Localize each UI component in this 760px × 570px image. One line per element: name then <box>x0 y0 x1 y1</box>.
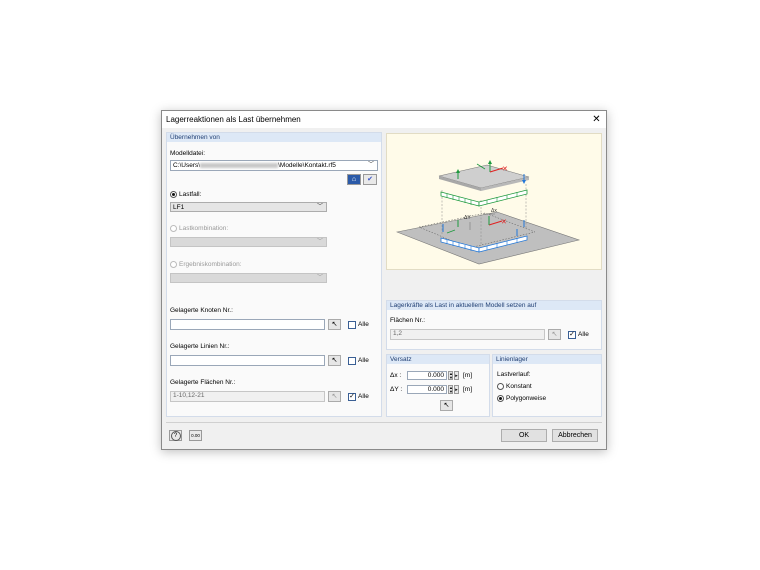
open-model-button[interactable]: ⌂ <box>347 174 361 185</box>
window-title: Lagerreaktionen als Last übernehmen <box>166 115 301 124</box>
pick-target-surfaces-button[interactable]: ↖ <box>548 329 561 340</box>
dy-input[interactable]: 0.000 <box>407 385 447 394</box>
target-surfaces-label: Flächen Nr.: <box>390 317 426 324</box>
line-support-panel-header: Linienlager <box>493 355 601 364</box>
surfaces-value: 1-10,12-21 <box>173 392 205 399</box>
source-panel: Übernehmen von Modelldatei: C:\Users\ \Mo… <box>166 132 382 417</box>
dy-unit: [m] <box>463 386 473 393</box>
checkmark-icon: ✔ <box>367 176 373 183</box>
pick-nodes-button[interactable]: ↖ <box>328 319 341 330</box>
dx-input[interactable]: 0.000 <box>407 371 447 380</box>
target-all-checkbox[interactable]: ✓ <box>568 331 576 339</box>
dy-label: ΔY : <box>390 386 403 393</box>
target-surfaces-value: 1,2 <box>393 330 403 337</box>
dx-value: 0.000 <box>427 372 444 379</box>
cursor-pick-icon: ↖ <box>331 393 338 400</box>
chevron-down-icon: ﹀ <box>316 239 323 245</box>
load-case-radio[interactable] <box>170 191 177 198</box>
model-file-suffix: \Modelle\Kontakt.rf5 <box>278 162 336 169</box>
target-panel: Lagerkräfte als Last in aktuellem Modell… <box>386 300 602 350</box>
lines-all-checkbox[interactable] <box>348 357 356 365</box>
surfaces-input[interactable]: 1-10,12-21 <box>170 391 325 402</box>
result-combination-radio[interactable] <box>170 261 177 268</box>
target-surfaces-input[interactable]: 1,2 <box>390 329 545 340</box>
dx-unit: [m] <box>463 372 473 379</box>
cursor-pick-icon: ↖ <box>551 331 558 338</box>
load-combination-radio[interactable] <box>170 225 177 232</box>
offset-panel: Versatz Δx : 0.000 ▲ ▼ ▸ [m] ΔY : 0.000 ▲… <box>386 354 490 417</box>
nodes-input[interactable] <box>170 319 325 330</box>
polygonal-label: Polygonweise <box>506 395 547 402</box>
cursor-pick-icon: ↖ <box>331 357 338 364</box>
load-case-label: Lastfall: <box>179 191 202 198</box>
dy-spinner[interactable]: ▲ ▼ <box>448 385 453 394</box>
dx-spinner[interactable]: ▲ ▼ <box>448 371 453 380</box>
polygonal-radio[interactable] <box>497 395 504 402</box>
pick-lines-button[interactable]: ↖ <box>328 355 341 366</box>
cursor-pick-icon: ↖ <box>331 321 338 328</box>
accept-model-button[interactable]: ✔ <box>363 174 377 185</box>
svg-text:✕: ✕ <box>502 166 508 173</box>
pick-offset-button[interactable]: ↖ <box>440 400 453 411</box>
chevron-down-icon: ﹀ <box>316 204 323 210</box>
target-panel-header: Lagerkräfte als Last in aktuellem Modell… <box>387 301 601 310</box>
nodes-label: Gelagerte Knoten Nr.: <box>170 307 233 314</box>
dx-label: Δx : <box>390 372 402 379</box>
cancel-button[interactable]: Abbrechen <box>552 429 598 442</box>
illustration-panel: ✕ ✕ Δx ΔY <box>386 133 602 270</box>
surfaces-label: Gelagerte Flächen Nr.: <box>170 379 236 386</box>
help-icon: ? <box>170 431 181 441</box>
result-combination-label: Ergebniskombination: <box>179 261 242 268</box>
lines-label: Gelagerte Linien Nr.: <box>170 343 230 350</box>
nodes-all-checkbox[interactable] <box>348 321 356 329</box>
dialog-window: Lagerreaktionen als Last übernehmen ✕ Üb… <box>161 110 607 450</box>
load-case-value: LF1 <box>173 204 185 211</box>
cursor-pick-icon: ↖ <box>443 402 450 409</box>
constant-radio[interactable] <box>497 383 504 390</box>
value-display-button[interactable]: 0.00 <box>189 430 202 441</box>
lines-all-label: Alle <box>358 357 369 364</box>
ok-button[interactable]: OK <box>501 429 547 442</box>
model-file-combobox[interactable]: C:\Users\ \Modelle\Kontakt.rf5 ﹀ <box>170 160 378 171</box>
chevron-down-icon: ﹀ <box>316 275 323 281</box>
surfaces-all-label: Alle <box>358 393 369 400</box>
title-bar: Lagerreaktionen als Last übernehmen ✕ <box>162 111 606 128</box>
model-file-label: Modelldatei: <box>170 150 206 157</box>
nodes-all-label: Alle <box>358 321 369 328</box>
load-combination-label: Lastkombination: <box>179 225 229 232</box>
distribution-label: Lastverlauf: <box>497 371 531 378</box>
model-icon: ⌂ <box>351 176 357 183</box>
close-icon[interactable]: ✕ <box>590 113 603 126</box>
footer-separator <box>166 422 602 423</box>
offset-panel-header: Versatz <box>387 355 489 364</box>
help-button[interactable]: ? <box>169 430 182 441</box>
value-display-icon: 0.00 <box>191 433 200 438</box>
load-combination-select[interactable]: ﹀ <box>170 237 327 247</box>
target-all-label: Alle <box>578 331 589 338</box>
dy-annotation: ΔY <box>464 215 471 221</box>
dx-annotation: Δx <box>491 208 497 214</box>
chevron-down-icon: ﹀ <box>367 162 374 168</box>
dx-arrow-button[interactable]: ▸ <box>454 371 459 380</box>
redacted-path <box>200 162 279 168</box>
load-case-select[interactable]: LF1 ﹀ <box>170 202 327 212</box>
dy-value: 0.000 <box>427 386 444 393</box>
model-file-prefix: C:\Users\ <box>173 162 201 169</box>
dy-arrow-button[interactable]: ▸ <box>454 385 459 394</box>
pick-surfaces-button[interactable]: ↖ <box>328 391 341 402</box>
surfaces-all-checkbox[interactable]: ✓ <box>348 393 356 401</box>
result-combination-select[interactable]: ﹀ <box>170 273 327 283</box>
lines-input[interactable] <box>170 355 325 366</box>
svg-text:✕: ✕ <box>501 219 507 226</box>
source-panel-header: Übernehmen von <box>167 133 381 142</box>
support-reactions-diagram: ✕ ✕ Δx ΔY <box>395 160 581 265</box>
constant-label: Konstant <box>506 383 532 390</box>
line-support-panel: Linienlager Lastverlauf: Konstant Polygo… <box>492 354 602 417</box>
